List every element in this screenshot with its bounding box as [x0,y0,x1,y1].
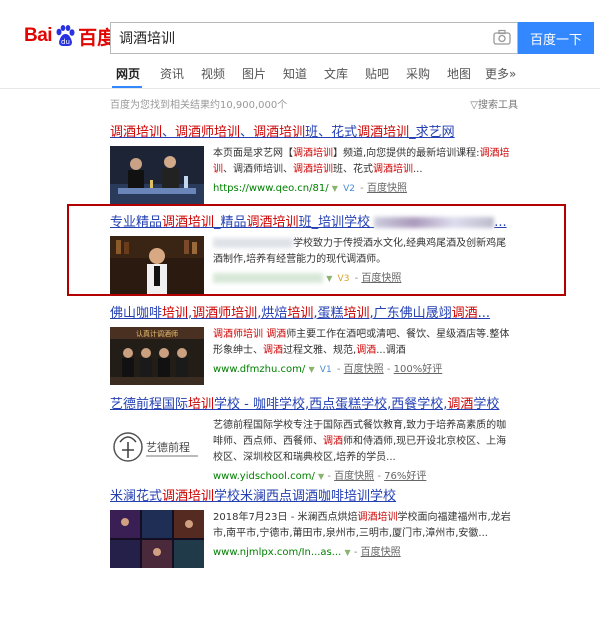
result-url-line: www.njmlpx.com/In...as... ▼ - 百度快照 [213,547,401,558]
tab-tieba[interactable]: 贴吧 [365,65,389,82]
result-count: 百度为您找到相关结果约10,900,000个 [110,100,288,111]
result-url-line: https://www.qeo.cn/81/ ▼ V2 - 百度快照 [213,183,407,194]
snapshot-link[interactable]: 百度快照 [361,547,401,558]
search-tools-label: 搜索工具 [478,100,518,111]
result-url-line: www.dfmzhu.com/ ▼ V1 - 百度快照 - 100%好评 [213,364,443,375]
dropdown-arrow-icon[interactable]: ▼ [345,548,351,557]
tab-web[interactable]: 网页 [116,65,140,82]
baidu-logo[interactable]: Bai du 百度 [24,22,116,50]
svg-text:du: du [61,38,70,46]
snapshot-link[interactable]: 百度快照 [334,471,374,482]
result-url[interactable]: www.njmlpx.com/In...as... [213,547,341,558]
camera-icon[interactable] [493,29,511,45]
tab-video[interactable]: 视频 [201,65,225,82]
active-tab-indicator [112,86,142,88]
blurred-region [374,217,495,228]
result-title[interactable]: 调酒培训、调酒师培训、调酒培训班、花式调酒培训_求艺网 [110,121,513,140]
result-url-line: www.yidschool.com/ ▼ - 百度快照 - 76%好评 [213,471,427,482]
search-result: 艺德前程国际培训学校 - 咖啡学校,西点蛋糕学校,西餐学校,调酒学校 艺德前程 … [110,393,513,482]
thumb-caption: 认真计调酒师 [136,329,178,338]
search-input[interactable] [111,23,497,53]
result-title[interactable]: 艺德前程国际培训学校 - 咖啡学校,西点蛋糕学校,西餐学校,调酒学校 [110,393,513,412]
result-thumbnail[interactable]: 认真计调酒师 [110,327,204,385]
result-snippet: 学校致力于传授酒水文化,经典鸡尾酒及创新鸡尾酒制作,培养有经营能力的现代调酒师。 [213,238,507,265]
search-result: 调酒培训、调酒师培训、调酒培训班、花式调酒培训_求艺网 本页面是求艺网【调酒培训… [110,121,513,204]
paw-icon: du [56,25,75,46]
verified-badge[interactable]: V2 [343,184,355,194]
result-url-line: ▼ V3 - 百度快照 [213,269,513,284]
blurred-region [213,238,293,248]
result-snippet: 艺德前程国际学校专注于国际西式餐饮教育,致力于培养高素质的咖啡师、西点师、西餐师… [213,420,507,463]
tab-map[interactable]: 地图 [447,65,471,82]
result-url[interactable]: https://www.qeo.cn/81/ [213,183,329,194]
verified-badge[interactable]: V3 [338,274,350,284]
result-thumbnail[interactable] [110,510,204,568]
tab-bar: 网页 资讯 视频 图片 知道 文库 贴吧 采购 地图 更多» [0,60,600,89]
result-thumbnail[interactable] [110,236,204,294]
result-snippet: 本页面是求艺网【调酒培训】频道,向您提供的最新培训课程:调酒培训、调酒师培训、调… [213,148,510,175]
rating-link[interactable]: 100%好评 [394,364,443,375]
search-button[interactable]: 百度一下 [518,22,594,54]
snapshot-link[interactable]: 百度快照 [367,183,407,194]
snapshot-link[interactable]: 百度快照 [361,273,401,284]
school-logo-text: 艺德前程 [146,440,190,454]
result-title[interactable]: 米澜花式调酒培训学校米澜西点调酒咖啡培训学校 [110,485,513,504]
dropdown-arrow-icon[interactable]: ▼ [308,365,314,374]
school-logo-thumbnail[interactable]: 艺德前程 [110,418,204,476]
tab-images[interactable]: 图片 [242,65,266,82]
search-box [110,22,518,54]
rating-link[interactable]: 76%好评 [384,471,426,482]
result-url[interactable]: www.yidschool.com/ [213,471,315,482]
result-title[interactable]: 专业精品调酒培训_精品调酒培训班_培训学校 ... [110,211,513,230]
dropdown-arrow-icon[interactable]: ▼ [318,472,324,481]
tab-more[interactable]: 更多» [485,65,516,82]
blurred-url [213,273,323,283]
tab-news[interactable]: 资讯 [160,65,184,82]
tab-zhidao[interactable]: 知道 [283,65,307,82]
dropdown-arrow-icon[interactable]: ▼ [326,274,332,283]
snapshot-link[interactable]: 百度快照 [344,364,384,375]
dropdown-arrow-icon[interactable]: ▼ [332,184,338,193]
result-title[interactable]: 佛山咖啡培训,调酒师培训,烘焙培训,蛋糕培训,广东佛山晟翊调酒... [110,302,513,321]
result-snippet: 2018年7月23日 - 米澜西点烘焙调酒培训学校面向福建福州市,龙岩市,南平市… [213,512,511,539]
result-url[interactable]: www.dfmzhu.com/ [213,364,305,375]
filter-icon: ▽ [470,100,478,111]
search-result: 专业精品调酒培训_精品调酒培训班_培训学校 ... 学校致力于传授酒水文化,经典… [110,211,513,294]
search-result: 佛山咖啡培训,调酒师培训,烘焙培训,蛋糕培训,广东佛山晟翊调酒... 认真计调酒… [110,302,513,385]
tab-wenku[interactable]: 文库 [324,65,348,82]
result-thumbnail[interactable] [110,146,204,204]
header: Bai du 百度 百度一下 [0,0,600,60]
result-snippet: 调酒师培训 调酒师主要工作在酒吧或清吧、餐饮、星级酒店等.整体形象绅士、调酒过程… [213,329,510,356]
search-tools-button[interactable]: ▽搜索工具 [470,96,518,111]
verified-badge[interactable]: V1 [320,365,332,375]
logo-bai-text: Bai [24,25,53,46]
search-result: 米澜花式调酒培训学校米澜西点调酒咖啡培训学校 2018年7月23日 - 米澜西点… [110,485,513,568]
tab-purchase[interactable]: 采购 [406,65,430,82]
